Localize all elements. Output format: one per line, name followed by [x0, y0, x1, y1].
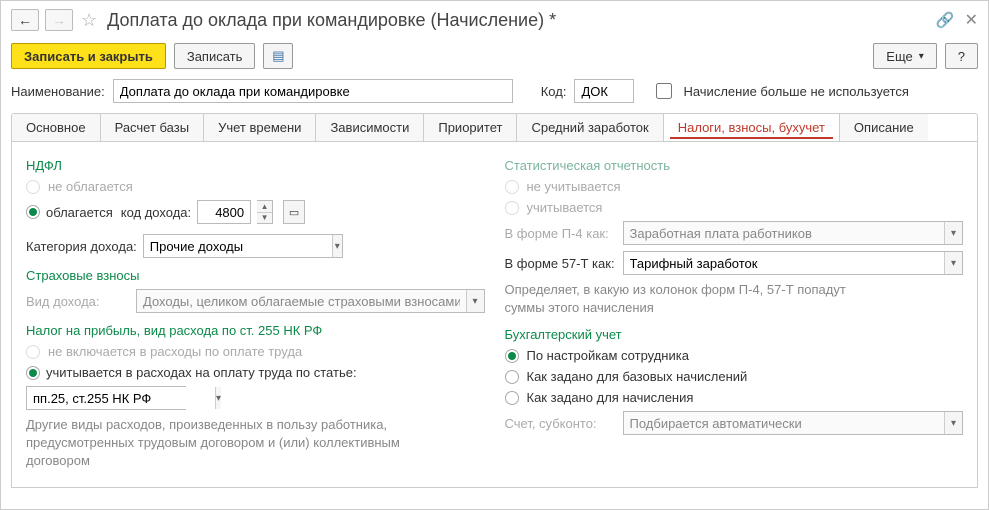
- p4-combo: ▾: [623, 221, 964, 245]
- stat-hint: Определяет, в какую из колонок форм П-4,…: [505, 281, 885, 317]
- chevron-down-icon: ▾: [944, 412, 962, 434]
- t57-label: В форме 57-Т как:: [505, 256, 617, 271]
- chevron-down-icon: ▾: [919, 51, 924, 62]
- acc-opt3-radio[interactable]: [505, 391, 519, 405]
- chevron-down-icon: ▾: [466, 290, 484, 312]
- tab-main[interactable]: Основное: [12, 114, 101, 141]
- stat-title: Статистическая отчетность: [505, 158, 964, 173]
- code-input[interactable]: [574, 79, 634, 103]
- ndfl-not-label: не облагается: [48, 179, 133, 194]
- acc-sub-combo: ▾: [623, 411, 964, 435]
- stat-yes-radio: [505, 201, 519, 215]
- code-label: Код:: [541, 84, 567, 99]
- ndfl-code-open-button[interactable]: ▭: [283, 200, 305, 224]
- stat-yes-label: учитывается: [527, 200, 603, 215]
- close-icon[interactable]: ✕: [965, 10, 978, 30]
- profit-title: Налог на прибыль, вид расхода по ст. 255…: [26, 323, 485, 338]
- category-combo[interactable]: ▾: [143, 234, 343, 258]
- save-and-close-button[interactable]: Записать и закрыть: [11, 43, 166, 69]
- acc-opt1-label: По настройкам сотрудника: [527, 348, 689, 363]
- p4-label: В форме П-4 как:: [505, 226, 617, 241]
- save-button[interactable]: Записать: [174, 43, 256, 69]
- favorite-star-icon[interactable]: ☆: [81, 10, 97, 31]
- tab-time[interactable]: Учет времени: [204, 114, 316, 141]
- acc-opt2-radio[interactable]: [505, 370, 519, 384]
- unused-checkbox[interactable]: [656, 83, 672, 99]
- nav-back-button[interactable]: ←: [11, 9, 39, 31]
- acc-opt1-radio[interactable]: [505, 349, 519, 363]
- stat-not-radio: [505, 180, 519, 194]
- ndfl-yes-label: облагается: [46, 205, 113, 220]
- ndfl-title: НДФЛ: [26, 158, 485, 173]
- insurance-title: Страховые взносы: [26, 268, 485, 283]
- t57-combo[interactable]: ▾: [623, 251, 964, 275]
- ndfl-code-input[interactable]: [197, 200, 251, 224]
- stat-not-label: не учитывается: [527, 179, 621, 194]
- acc-sub-label: Счет, субконто:: [505, 416, 617, 431]
- ndfl-not-radio: [26, 180, 40, 194]
- more-button[interactable]: Еще▾: [873, 43, 936, 69]
- report-icon-button[interactable]: ▤: [263, 43, 293, 69]
- category-label: Категория дохода:: [26, 239, 137, 254]
- tab-taxes[interactable]: Налоги, взносы, бухучет: [664, 114, 840, 141]
- unused-label: Начисление больше не используется: [683, 84, 908, 99]
- acc-opt2-label: Как задано для базовых начислений: [527, 369, 748, 384]
- chevron-down-icon[interactable]: ▾: [215, 387, 221, 409]
- ndfl-yes-radio[interactable]: [26, 205, 40, 219]
- ndfl-code-label: код дохода:: [121, 205, 191, 220]
- acc-title: Бухгалтерский учет: [505, 327, 964, 342]
- ndfl-code-spinner[interactable]: ▲▼: [257, 200, 273, 224]
- ins-kind-label: Вид дохода:: [26, 294, 130, 309]
- nav-forward-button: →: [45, 9, 73, 31]
- tab-base[interactable]: Расчет базы: [101, 114, 205, 141]
- tabs-bar: Основное Расчет базы Учет времени Зависи…: [11, 113, 978, 142]
- help-button[interactable]: ?: [945, 43, 978, 69]
- profit-not-label: не включается в расходы по оплате труда: [48, 344, 302, 359]
- acc-opt3-label: Как задано для начисления: [527, 390, 694, 405]
- tab-avg[interactable]: Средний заработок: [517, 114, 663, 141]
- profit-hint: Другие виды расходов, произведенных в по…: [26, 416, 406, 471]
- chevron-down-icon[interactable]: ▾: [944, 252, 962, 274]
- profit-yes-label: учитывается в расходах на оплату труда п…: [46, 365, 357, 380]
- profit-article-combo[interactable]: ▾: [26, 386, 186, 410]
- tab-desc[interactable]: Описание: [840, 114, 928, 141]
- profit-yes-radio[interactable]: [26, 366, 40, 380]
- name-label: Наименование:: [11, 84, 105, 99]
- name-input[interactable]: [113, 79, 513, 103]
- tab-deps[interactable]: Зависимости: [316, 114, 424, 141]
- window-title: Доплата до оклада при командировке (Начи…: [105, 10, 930, 31]
- chevron-down-icon: ▾: [944, 222, 962, 244]
- chevron-down-icon[interactable]: ▾: [332, 235, 342, 257]
- ins-kind-combo: ▾: [136, 289, 485, 313]
- tab-priority[interactable]: Приоритет: [424, 114, 517, 141]
- link-icon[interactable]: 🔗: [936, 11, 955, 29]
- profit-not-radio: [26, 345, 40, 359]
